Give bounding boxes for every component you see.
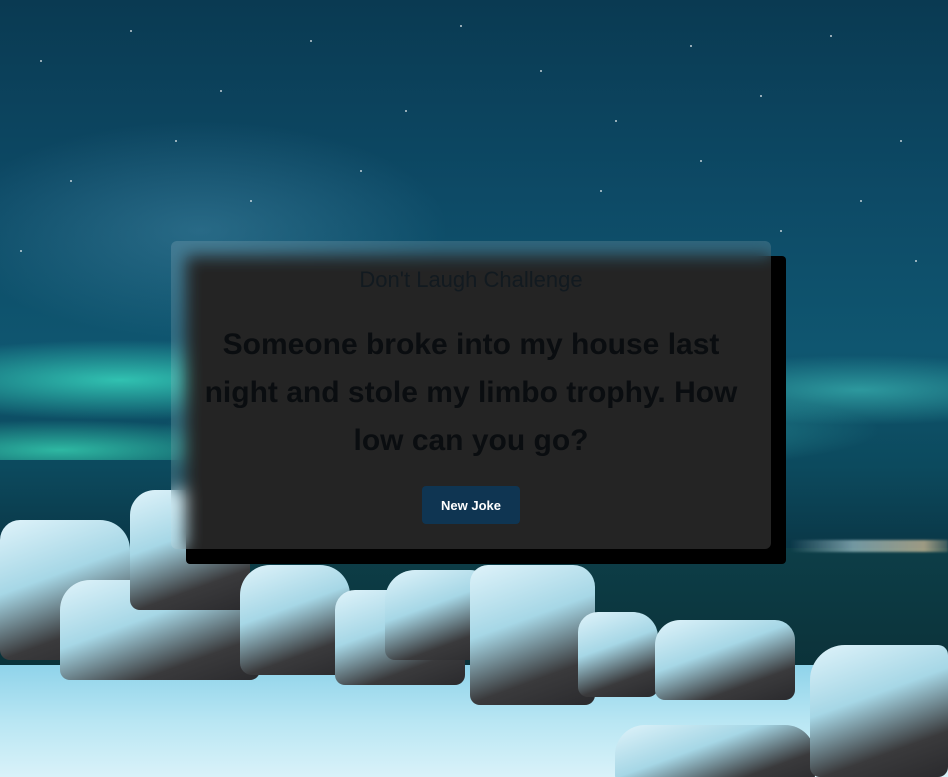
rock [615,725,815,777]
new-joke-button[interactable]: New Joke [422,486,520,524]
joke-card: Don't Laugh Challenge Someone broke into… [171,241,771,549]
rock [240,565,350,675]
rock [655,620,795,700]
joke-text: Someone broke into my house last night a… [204,328,738,457]
horizon-lights [790,540,948,552]
rock [810,645,948,777]
rock [470,565,595,705]
card-title: Don't Laugh Challenge [359,267,583,292]
rock [578,612,658,697]
